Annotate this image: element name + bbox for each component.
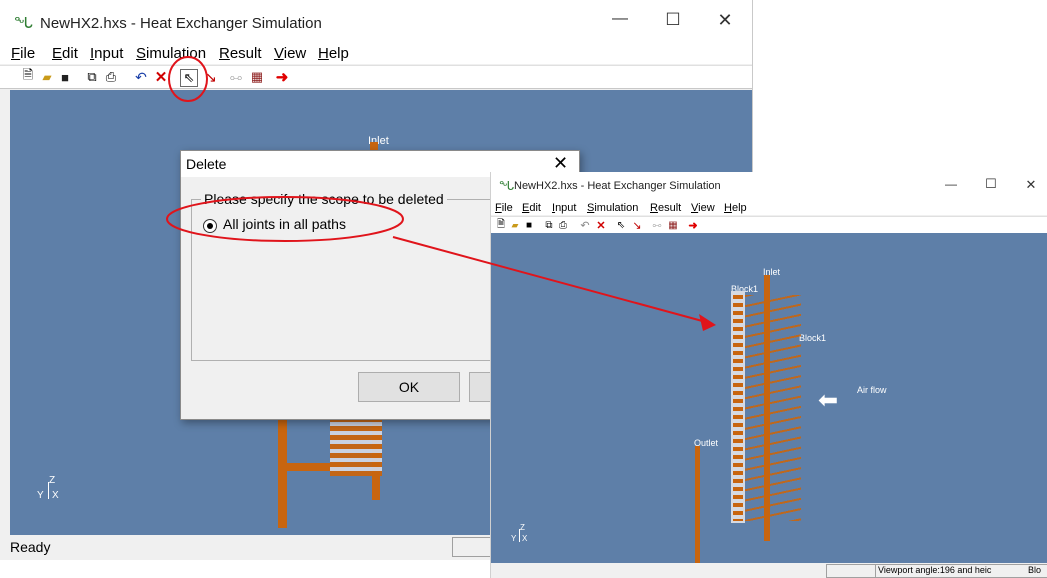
toolbar-highlight-circle bbox=[168, 56, 208, 102]
annotation-arrow-line bbox=[392, 236, 707, 323]
annotation-overlay bbox=[166, 56, 716, 331]
option-highlight-ellipse bbox=[166, 196, 404, 242]
annotation-arrow-head bbox=[699, 314, 716, 331]
